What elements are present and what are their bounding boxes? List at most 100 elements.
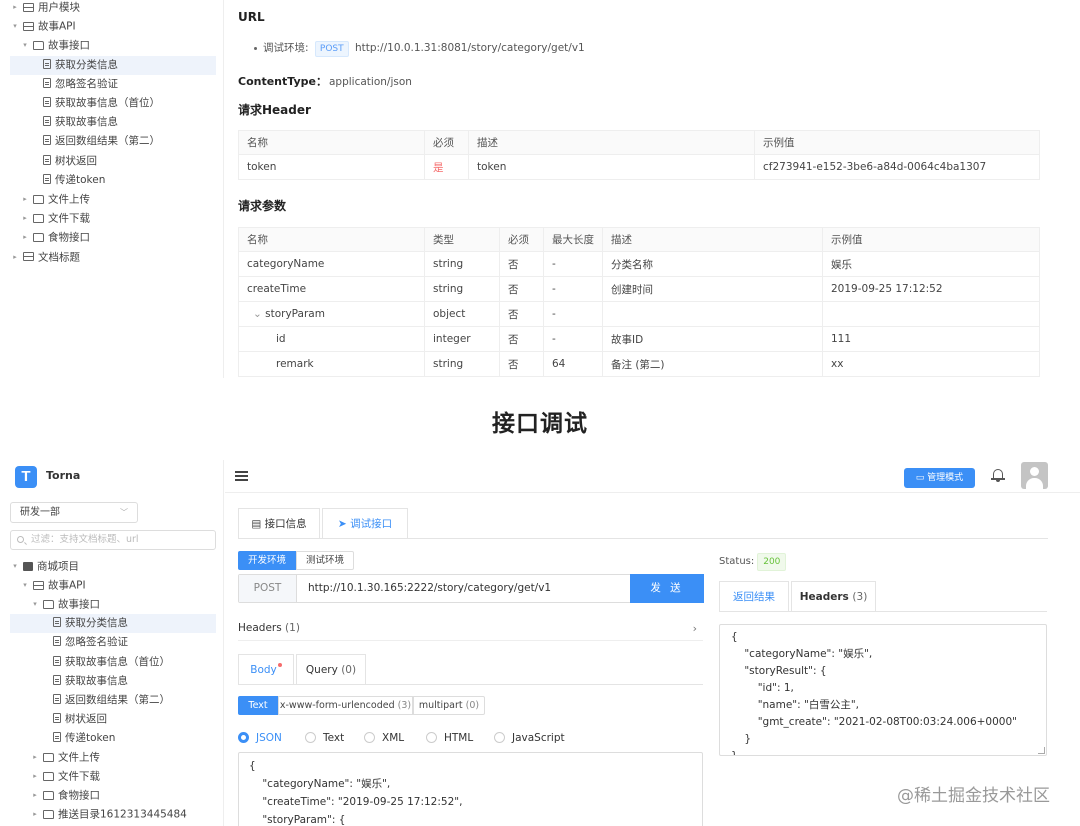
tree-item[interactable]: ▸ 文件上传 [10, 190, 216, 209]
table-row: ⌄ storyParam object 否 - [238, 301, 1040, 327]
params-col-required: 必须 [499, 227, 544, 252]
headers-collapse[interactable]: Headers (1) › [238, 616, 703, 641]
caret-down-icon[interactable]: ▾ [10, 557, 20, 576]
caret-right-icon[interactable]: ▸ [30, 805, 40, 824]
tree-item[interactable]: ▾ 故事API [10, 576, 216, 595]
table-row: token 是 token cf273941-e152-3be6-a84d-00… [238, 154, 1040, 180]
expand-caret-icon[interactable]: ⌄ [253, 308, 265, 320]
tab-query[interactable]: Query (0) [296, 654, 366, 685]
method-select[interactable]: POST [239, 575, 297, 602]
caret-right-icon[interactable]: ▸ [30, 786, 40, 805]
caret-right-icon[interactable]: ▸ [30, 767, 40, 786]
tree-item[interactable]: ▸ 文件上传 [10, 748, 216, 767]
radio-text[interactable]: Text [305, 732, 344, 744]
env-dev-button[interactable]: 开发环境 [238, 551, 296, 570]
tree-item[interactable]: 获取故事信息 [10, 113, 216, 132]
tree-item[interactable]: 传递token [10, 729, 216, 748]
folder-icon [43, 790, 54, 800]
tree-item[interactable]: 返回数组结果（第二） [10, 691, 216, 710]
caret-right-icon[interactable]: ▸ [10, 248, 20, 267]
filter-input[interactable]: 过滤：支持文档标题、url [10, 530, 216, 550]
cell: integer [424, 326, 500, 352]
content-type-multipart[interactable]: multipart (0) [413, 696, 485, 715]
tree-item[interactable]: ▸ 文件下载 [10, 209, 216, 228]
cell: 否 [499, 326, 544, 352]
caret-right-icon[interactable]: ▸ [20, 190, 30, 209]
content-type-urlencoded[interactable]: x-www-form-urlencoded (3) [278, 696, 413, 715]
tree-item[interactable]: 树状返回 [10, 152, 216, 171]
search-icon [17, 536, 24, 543]
tree-item[interactable]: 获取故事信息 [10, 672, 216, 691]
content-type-text[interactable]: Text [238, 696, 278, 715]
caret-right-icon[interactable]: ▸ [20, 228, 30, 247]
tab-body[interactable]: Body [238, 654, 294, 685]
caret-down-icon[interactable]: ▾ [20, 576, 30, 595]
params-col-maxlen: 最大长度 [543, 227, 603, 252]
tree-item[interactable]: 传递token [10, 171, 216, 190]
folder-icon [43, 752, 54, 762]
request-body-editor[interactable]: { "categoryName": "娱乐", "createTime": "2… [238, 752, 703, 826]
content-type-line: ContentType： application/json [238, 73, 412, 89]
tab-response-result[interactable]: 返回结果 [719, 581, 789, 612]
tree-item[interactable]: 树状返回 [10, 710, 216, 729]
tree-item[interactable]: ▾ 故事接口 [10, 595, 216, 614]
tree-item[interactable]: ▾ 故事API [10, 17, 216, 36]
send-button[interactable]: 发 送 [630, 574, 704, 603]
tree-item[interactable]: 获取故事信息（首位） [10, 94, 216, 113]
url-input[interactable]: http://10.1.30.165:2222/story/category/g… [308, 575, 551, 602]
cell: string [424, 276, 500, 302]
response-panel: Status: 200 返回结果 Headers (3) { "categoryN… [719, 460, 1049, 826]
sidebar: T Torna 研发一部 ﹀ 过滤：支持文档标题、url ▾ 商城项目 ▾ 故事API… [0, 460, 224, 826]
params-col-desc: 描述 [602, 227, 823, 252]
radio-json[interactable]: JSON [238, 732, 282, 744]
tree-item[interactable]: ▸ 用户模块 [10, 0, 216, 17]
caret-down-icon[interactable]: ▾ [10, 17, 20, 36]
caret-down-icon[interactable]: ▾ [20, 36, 30, 55]
tree-item[interactable]: 忽略签名验证 [10, 633, 216, 652]
caret-down-icon[interactable]: ▾ [30, 595, 40, 614]
cell: token [468, 154, 755, 180]
tab-debug[interactable]: ➤ 调试接口 [322, 508, 408, 539]
tree-item-label: 故事API [38, 20, 76, 33]
cell: 否 [499, 276, 544, 302]
tree-item-label: 用户模块 [38, 1, 80, 14]
tree-item[interactable]: 获取故事信息（首位） [10, 653, 216, 672]
caret-right-icon[interactable]: ▸ [20, 209, 30, 228]
tree-item[interactable]: ▸ 推送目录1612313445484 [10, 805, 216, 824]
tree-item[interactable]: 获取分类信息 [10, 55, 216, 75]
radio-javascript[interactable]: JavaScript [494, 732, 565, 744]
tree-item[interactable]: 忽略签名验证 [10, 75, 216, 94]
tree-item-label: 故事接口 [58, 598, 100, 611]
space-select[interactable]: 研发一部 ﹀ [10, 502, 138, 523]
tree-item[interactable]: ▾ 故事接口 [10, 36, 216, 55]
tree-item[interactable]: 返回数组结果（第二） [10, 132, 216, 151]
tree-item[interactable]: 获取分类信息 [10, 614, 216, 634]
cell: xx [822, 351, 1040, 377]
tab-info[interactable]: ▤ 接口信息 [238, 508, 320, 539]
cell: ⌄ storyParam [238, 301, 425, 327]
resize-handle-icon[interactable] [1038, 747, 1045, 754]
tree-item[interactable]: ▾ 商城项目 [10, 557, 216, 576]
tree-item[interactable]: ▸ 食物接口 [10, 786, 216, 805]
response-body-viewer[interactable]: { "categoryName": "娱乐", "storyResult": {… [719, 624, 1047, 756]
cell: 分类名称 [602, 251, 823, 277]
module-icon [23, 2, 34, 12]
tree-item[interactable]: ▸ 文档标题 [10, 248, 216, 267]
cell: - [543, 326, 603, 352]
tree-item-label: 文件上传 [48, 193, 90, 206]
caret-right-icon[interactable]: ▸ [30, 748, 40, 767]
document-icon [53, 693, 61, 704]
cell: - [543, 301, 603, 327]
caret-right-icon[interactable]: ▸ [10, 0, 20, 17]
menu-toggle-icon[interactable] [235, 471, 248, 481]
cell: remark [238, 351, 425, 377]
torna-app: T Torna 研发一部 ﹀ 过滤：支持文档标题、url ▾ 商城项目 ▾ 故事API… [0, 460, 1080, 826]
radio-xml[interactable]: XML [364, 732, 404, 744]
tabs-divider [238, 684, 703, 685]
tree-item[interactable]: ▸ 食物接口 [10, 228, 216, 247]
env-test-button[interactable]: 测试环境 [296, 551, 354, 570]
tree-item[interactable]: ▸ 文件下载 [10, 767, 216, 786]
radio-html[interactable]: HTML [426, 732, 473, 744]
tabs-divider [719, 611, 1047, 612]
tab-response-headers[interactable]: Headers (3) [791, 581, 876, 612]
